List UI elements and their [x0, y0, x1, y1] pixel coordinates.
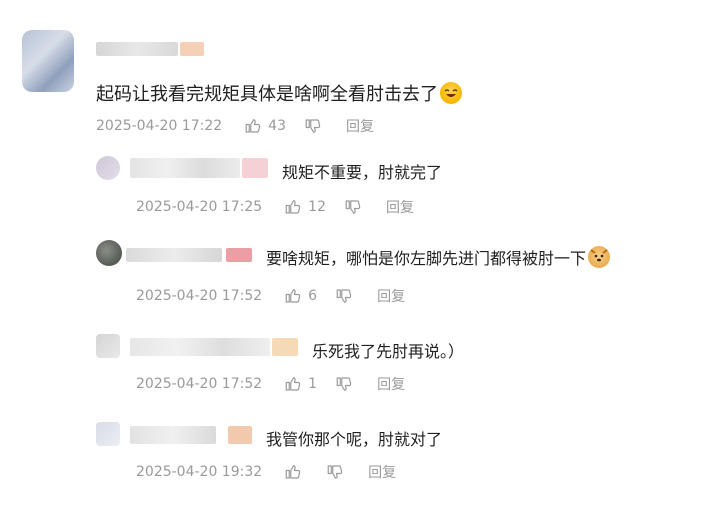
avatar[interactable]	[22, 30, 74, 92]
avatar[interactable]	[96, 156, 120, 180]
reply-text: 乐死我了先肘再说。）	[312, 342, 465, 361]
avatar[interactable]	[96, 334, 120, 358]
user-badge	[226, 248, 252, 262]
thumbs-down-icon	[336, 377, 352, 391]
reply-button[interactable]: 回复	[346, 116, 374, 136]
user-badge	[272, 338, 298, 356]
thumbs-down-icon	[305, 119, 321, 133]
comment-meta: 2025-04-20 17:22 43 回复	[96, 116, 374, 136]
reply-time: 2025-04-20 19:32	[136, 464, 263, 480]
dislike-button[interactable]	[326, 463, 368, 481]
reply-time: 2025-04-20 17:25	[136, 199, 263, 215]
reply-time: 2025-04-20 17:52	[136, 288, 263, 304]
comment-time: 2025-04-20 17:22	[96, 118, 223, 134]
like-button[interactable]: 6	[284, 287, 335, 305]
user-badge	[242, 158, 268, 178]
thumbs-down-icon	[336, 289, 352, 303]
username-blurred[interactable]	[130, 158, 240, 178]
reply-meta: 2025-04-20 17:52 1 回复	[136, 374, 405, 394]
reply-button[interactable]: 回复	[377, 286, 405, 306]
like-count: 6	[308, 288, 318, 304]
username-blurred[interactable]	[130, 338, 270, 356]
comment-text: 起码让我看完规矩具体是啥啊全看肘击去了	[96, 80, 462, 106]
like-count: 43	[268, 118, 286, 134]
like-button[interactable]: 1	[284, 375, 335, 393]
reply-button[interactable]: 回复	[386, 197, 414, 217]
like-button[interactable]: 12	[284, 198, 344, 216]
username-blurred[interactable]	[96, 42, 178, 56]
dog-emoji-icon	[588, 246, 611, 268]
laughing-emoji-icon	[440, 82, 462, 104]
reply-meta: 2025-04-20 17:52 6 回复	[136, 286, 405, 306]
dislike-button[interactable]	[335, 375, 377, 393]
reply-text: 要啥规矩，哪怕是你左脚先进门都得被肘一下	[266, 245, 611, 269]
thumbs-up-icon	[285, 377, 301, 391]
dislike-button[interactable]	[335, 287, 377, 305]
reply-text: 我管你那个呢，肘就对了	[266, 430, 443, 449]
username-blurred[interactable]	[130, 426, 216, 444]
avatar[interactable]	[96, 422, 120, 446]
user-badge	[228, 426, 252, 444]
reply-time: 2025-04-20 17:52	[136, 376, 263, 392]
dislike-button[interactable]	[344, 198, 386, 216]
like-count: 1	[308, 376, 318, 392]
thumbs-down-icon	[327, 465, 343, 479]
user-badge	[180, 42, 204, 56]
like-count: 12	[308, 199, 326, 215]
reply-button[interactable]: 回复	[377, 374, 405, 394]
reply-meta: 2025-04-20 19:32 回复	[136, 462, 396, 482]
thumbs-up-icon	[245, 119, 261, 133]
thumbs-up-icon	[285, 200, 301, 214]
avatar[interactable]	[96, 240, 122, 266]
thumbs-up-icon	[285, 289, 301, 303]
thumbs-down-icon	[345, 200, 361, 214]
dislike-button[interactable]	[304, 117, 346, 135]
reply-text: 规矩不重要，肘就完了	[282, 163, 443, 182]
username-blurred[interactable]	[126, 248, 222, 262]
like-button[interactable]	[284, 463, 326, 481]
thumbs-up-icon	[285, 465, 301, 479]
reply-button[interactable]: 回复	[368, 462, 396, 482]
reply-meta: 2025-04-20 17:25 12 回复	[136, 197, 414, 217]
like-button[interactable]: 43	[244, 117, 304, 135]
